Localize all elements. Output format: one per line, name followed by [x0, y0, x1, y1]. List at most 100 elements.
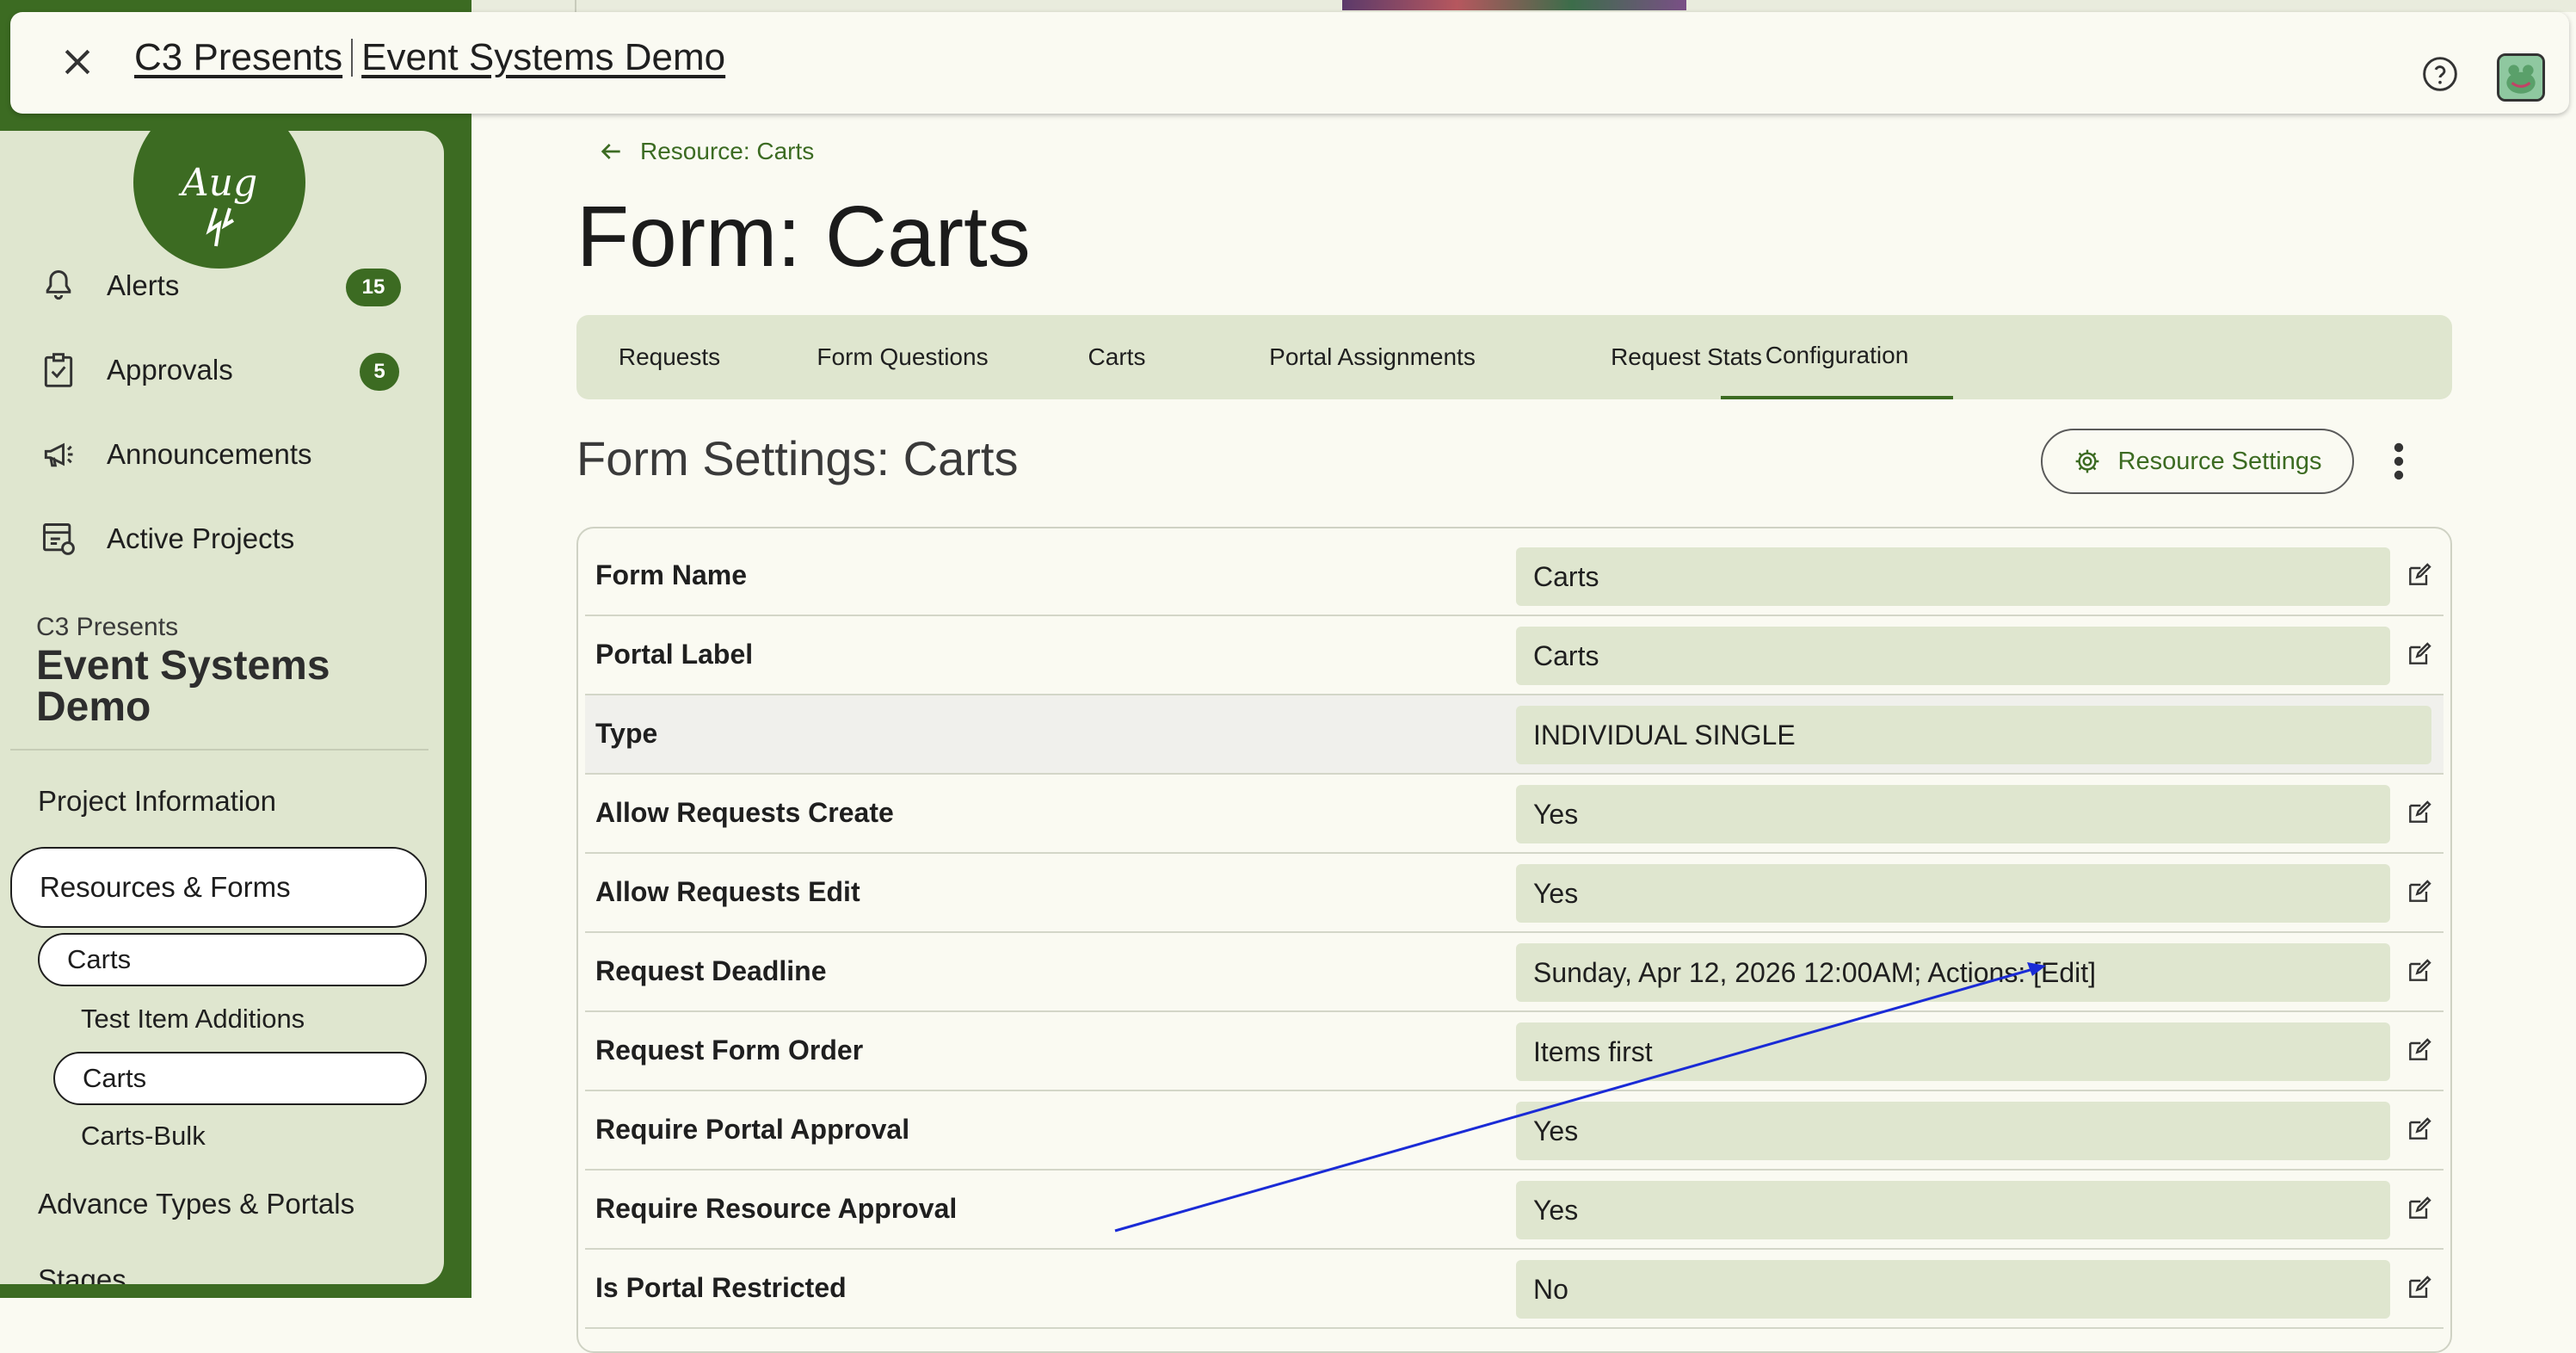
setting-value: Yes [1516, 1181, 2390, 1239]
alerts-count-badge: 15 [346, 269, 401, 306]
setting-value: Items first [1516, 1022, 2390, 1081]
edit-icon[interactable] [2406, 957, 2433, 985]
edit-icon[interactable] [2406, 561, 2433, 589]
tab-form-questions[interactable]: Form Questions [790, 315, 1015, 399]
nav-approvals-label: Approvals [107, 354, 233, 386]
setting-value-text: Yes [1533, 877, 1579, 909]
edit-icon[interactable] [2406, 1195, 2433, 1222]
setting-value-text: Carts [1533, 560, 1599, 592]
hero-image [1342, 0, 1686, 10]
tab-bar: Requests Form Questions Carts Portal Ass… [576, 315, 2452, 399]
clipboard-check-icon [44, 353, 73, 387]
sidebar-resources-forms-label: Resources & Forms [40, 871, 291, 903]
nav-alerts[interactable]: Alerts [40, 267, 179, 305]
setting-label: Is Portal Restricted [595, 1272, 847, 1303]
sidebar-advance-types-portals[interactable]: Advance Types & Portals [38, 1188, 354, 1220]
nav-announcements[interactable]: Announcements [40, 436, 312, 473]
projects-icon [43, 523, 75, 555]
setting-value-text: No [1533, 1273, 1568, 1305]
help-icon[interactable] [2421, 55, 2459, 93]
edit-icon[interactable] [2406, 1036, 2433, 1064]
setting-row-allow-requests-create: Allow Requests Create Yes [585, 775, 2444, 854]
back-link-label: Resource: Carts [640, 138, 815, 164]
form-settings-table: Form Name Carts Portal Label Carts Type … [576, 527, 2452, 1353]
arrow-left-icon [601, 144, 620, 159]
edit-icon[interactable] [2406, 799, 2433, 826]
setting-label: Form Name [595, 559, 748, 590]
setting-row-require-resource-approval: Require Resource Approval Yes [585, 1171, 2444, 1250]
setting-value: Carts [1516, 547, 2390, 606]
setting-value: Carts [1516, 627, 2390, 685]
tab-carts[interactable]: Carts [1067, 315, 1167, 399]
nav-alerts-label: Alerts [107, 269, 180, 301]
setting-label: Require Portal Approval [595, 1114, 910, 1145]
setting-value-text: Carts [1533, 639, 1599, 671]
setting-value-text: INDIVIDUAL SINGLE [1533, 719, 1796, 751]
frog-avatar-icon [2499, 56, 2542, 99]
setting-label: Request Deadline [595, 955, 827, 986]
breadcrumb-project[interactable]: Event Systems Demo [361, 36, 725, 79]
logo-mark-icon: Aug [178, 161, 257, 247]
sidebar-carts-form-label: Carts [83, 1063, 147, 1093]
sidebar-carts-group-label: Carts [67, 944, 132, 974]
project-logo[interactable]: Aug [133, 131, 305, 269]
top-bar: C3 Presents Event Systems Demo [10, 12, 2569, 114]
approvals-count-badge: 5 [360, 353, 399, 391]
resource-settings-button[interactable]: Resource Settings [2041, 429, 2354, 494]
setting-label: Type [595, 718, 658, 749]
setting-row-type: Type INDIVIDUAL SINGLE [585, 695, 2444, 775]
setting-value-text: Items first [1533, 1035, 1653, 1067]
setting-value-text: Yes [1533, 798, 1579, 830]
sidebar-project-title: Event Systems Demo [36, 643, 330, 730]
nav-approvals[interactable]: Approvals [40, 351, 233, 389]
tab-requests[interactable]: Requests [604, 315, 735, 399]
nav-active-projects[interactable]: Active Projects [40, 520, 294, 558]
setting-row-request-deadline: Request Deadline Sunday, Apr 12, 2026 12… [585, 933, 2444, 1012]
setting-row-portal-label: Portal Label Carts [585, 616, 2444, 695]
sidebar-divider [10, 749, 428, 751]
sidebar-carts-form[interactable]: Carts [53, 1052, 427, 1105]
setting-label: Portal Label [595, 639, 754, 670]
setting-value: Yes [1516, 1102, 2390, 1160]
resource-settings-label: Resource Settings [2117, 447, 2322, 475]
setting-row-is-portal-restricted: Is Portal Restricted No [585, 1250, 2444, 1329]
close-icon[interactable] [59, 43, 96, 81]
breadcrumb-separator [351, 39, 354, 77]
sidebar-test-item-additions[interactable]: Test Item Additions [81, 1004, 305, 1035]
tab-configuration[interactable]: Configuration [1721, 315, 1953, 399]
sidebar-carts-group[interactable]: Carts [38, 933, 427, 986]
svg-text:Aug: Aug [178, 161, 257, 205]
page-title: Form: Carts [576, 188, 1031, 285]
setting-value-text: Yes [1533, 1194, 1579, 1226]
tab-portal-assignments[interactable]: Portal Assignments [1222, 315, 1523, 399]
setting-row-allow-requests-edit: Allow Requests Edit Yes [585, 854, 2444, 933]
gear-icon [2075, 449, 2098, 473]
nav-active-projects-label: Active Projects [107, 522, 295, 554]
sidebar: Aug Alerts 15 Approvals 5 Announcements [0, 131, 444, 1284]
sidebar-resources-forms[interactable]: Resources & Forms [10, 847, 427, 928]
setting-row-require-portal-approval: Require Portal Approval Yes [585, 1091, 2444, 1171]
edit-icon[interactable] [2406, 1274, 2433, 1301]
sidebar-carts-bulk[interactable]: Carts-Bulk [81, 1121, 206, 1152]
sidebar-project-information[interactable]: Project Information [38, 785, 276, 818]
setting-value: No [1516, 1260, 2390, 1319]
edit-icon[interactable] [2406, 1115, 2433, 1143]
setting-value: INDIVIDUAL SINGLE [1516, 706, 2431, 764]
section-title: Form Settings: Carts [576, 431, 1019, 485]
sidebar-stages[interactable]: Stages [38, 1263, 126, 1284]
avatar[interactable] [2497, 53, 2545, 102]
breadcrumb-org[interactable]: C3 Presents [134, 36, 342, 79]
setting-label: Request Form Order [595, 1035, 864, 1066]
bell-icon [46, 270, 71, 300]
breadcrumb: C3 Presents Event Systems Demo [134, 36, 725, 79]
edit-icon[interactable] [2406, 878, 2433, 905]
edit-icon[interactable] [2406, 640, 2433, 668]
back-to-resource-link[interactable]: Resource: Carts [597, 138, 814, 165]
setting-value: Sunday, Apr 12, 2026 12:00AM; Actions: [… [1516, 943, 2390, 1002]
strip-divider [575, 0, 576, 12]
setting-value: Yes [1516, 864, 2390, 923]
more-options-icon[interactable] [2382, 439, 2416, 484]
setting-row-request-form-order: Request Form Order Items first [585, 1012, 2444, 1091]
setting-row-form-name: Form Name Carts [585, 537, 2444, 616]
megaphone-icon [44, 442, 73, 467]
